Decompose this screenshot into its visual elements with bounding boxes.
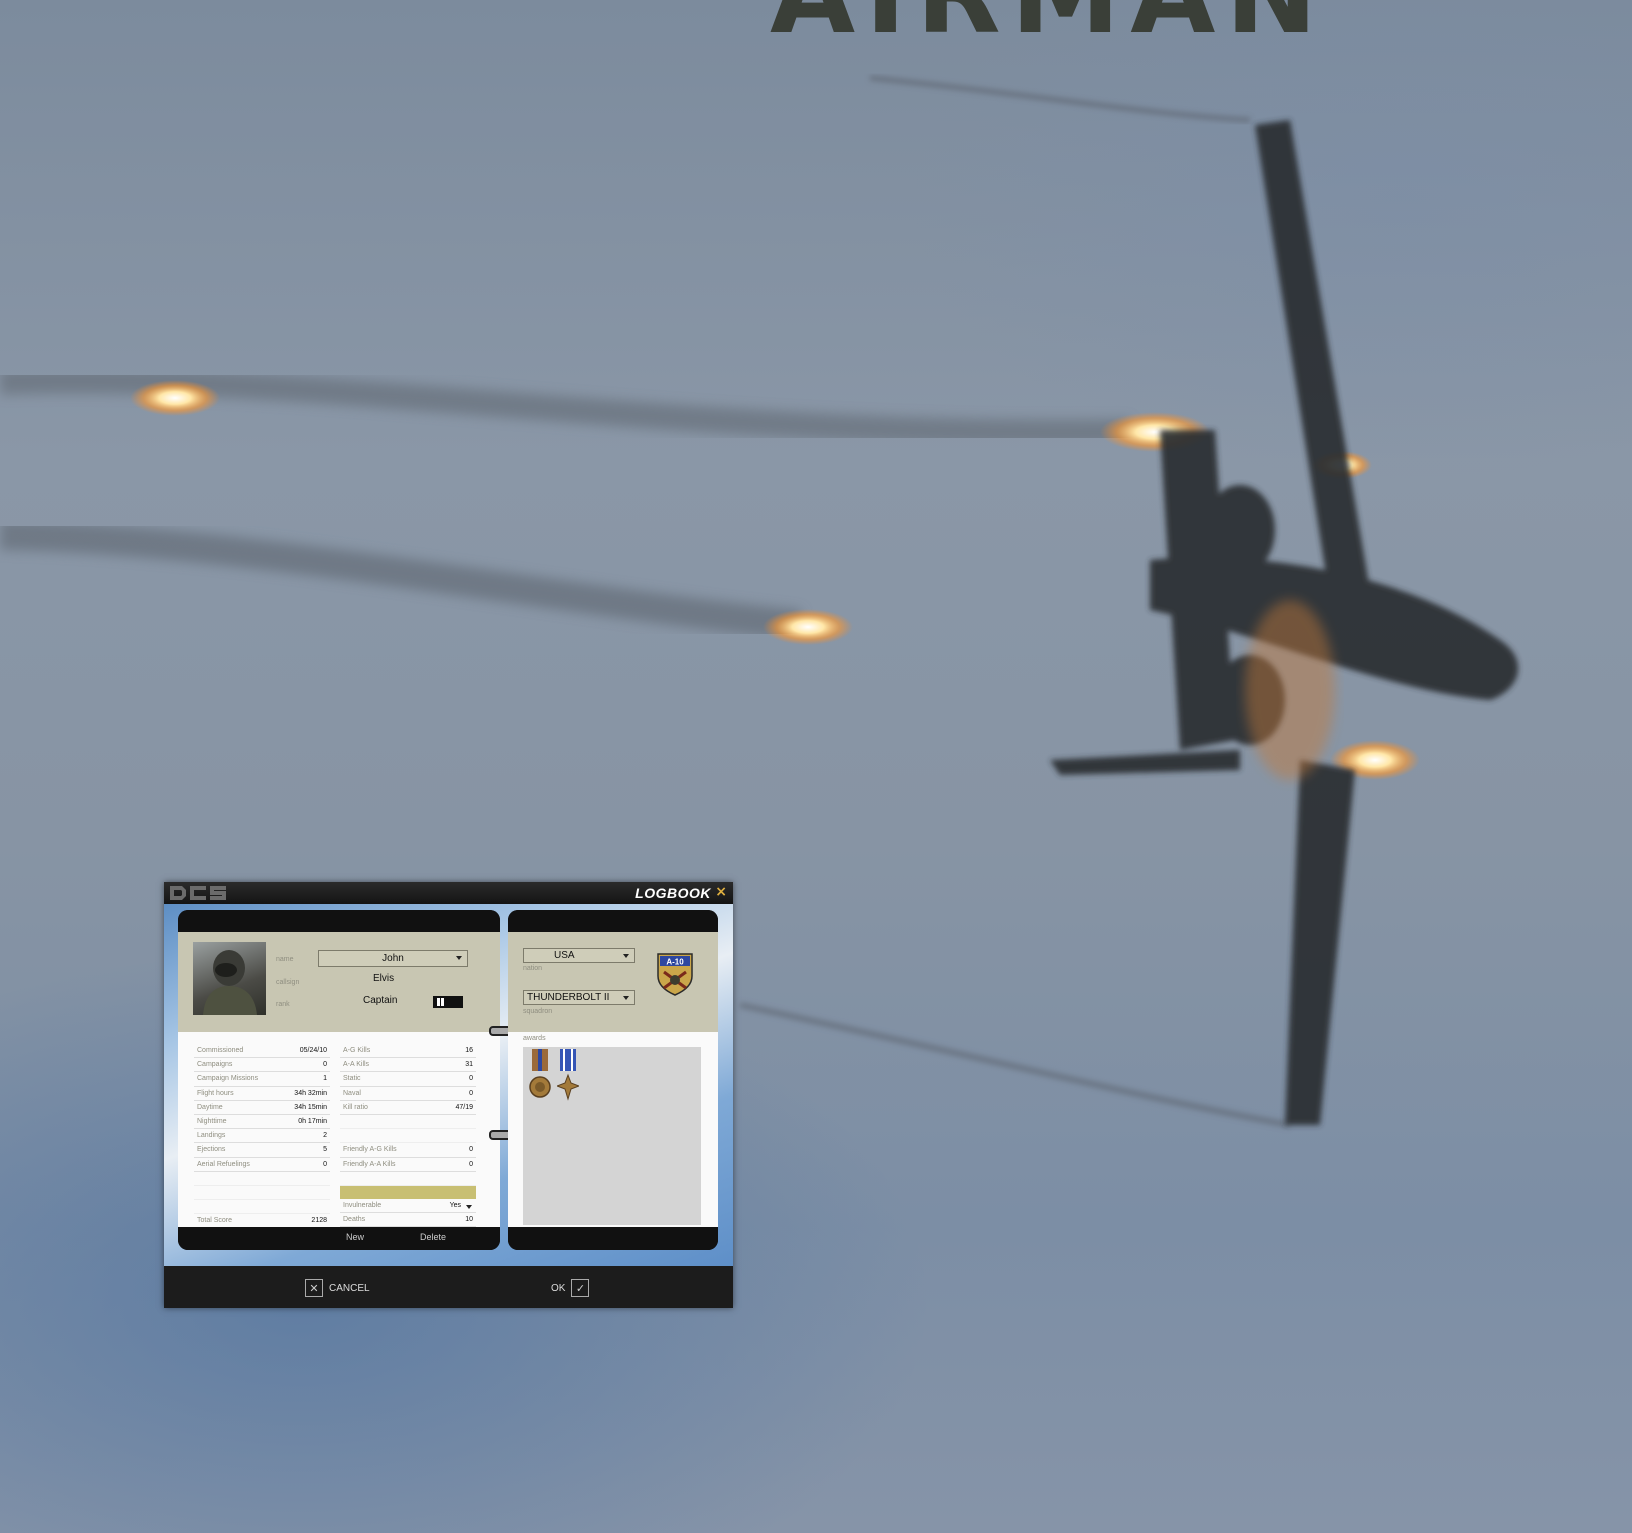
background-title: AIRMAN: [770, 0, 1327, 58]
unit-page-header: [508, 910, 718, 932]
squadron-select[interactable]: THUNDERBOLT II: [523, 990, 635, 1005]
nation-value: USA: [554, 950, 575, 961]
stat-row: Ejections 5: [194, 1143, 330, 1158]
pilot-page: name John callsign Elvis rank Captain Co…: [178, 910, 500, 1250]
window-title: LOGBOOK: [635, 885, 711, 901]
awards-label: awards: [523, 1035, 546, 1042]
blank-row: [194, 1172, 330, 1186]
stat-row: Aerial Refuelings 0: [194, 1158, 330, 1172]
pilot-portrait-icon: [203, 950, 257, 1015]
logbook-window: LOGBOOK × name John callsign Elvis rank …: [164, 882, 733, 1308]
ok-button[interactable]: OK ✓: [551, 1278, 590, 1298]
pilot-info-panel: name John callsign Elvis rank Captain: [178, 932, 500, 1032]
close-icon: ✕: [305, 1279, 323, 1297]
stat-row: A-G Kills 16: [340, 1044, 476, 1059]
pilot-photo[interactable]: [193, 942, 266, 1015]
callsign-label: callsign: [276, 979, 300, 986]
stat-row: Naval 0: [340, 1087, 476, 1101]
stat-row: Kill ratio 47/19: [340, 1101, 476, 1115]
logbook-content: name John callsign Elvis rank Captain Co…: [164, 904, 733, 1266]
pilot-page-header: [178, 910, 500, 932]
stats-right-table: A-G Kills 16 A-A Kills 31 Static 0 Naval 0 K…: [340, 1044, 476, 1228]
blank-row: [194, 1186, 330, 1201]
stat-row: Daytime 34h 15min: [194, 1101, 330, 1115]
stat-row: Static 0: [340, 1072, 476, 1087]
stat-row: Commissioned 05/24/10: [194, 1044, 330, 1059]
stat-row: Friendly A-G Kills 0: [340, 1143, 476, 1158]
delete-pilot-button[interactable]: Delete: [420, 1232, 446, 1242]
squadron-label: squadron: [523, 1008, 553, 1015]
title-bar: LOGBOOK ×: [164, 882, 733, 904]
squadron-value: THUNDERBOLT II: [527, 992, 610, 1003]
stat-row: Landings 2: [194, 1129, 330, 1144]
name-label: name: [276, 956, 294, 963]
pilot-name-value: John: [382, 953, 404, 964]
cross-medal-icon[interactable]: [557, 1049, 579, 1103]
stat-row: A-A Kills 31: [340, 1058, 476, 1073]
unit-page: USA nation THUNDERBOLT II squadron A-10: [508, 910, 718, 1250]
nation-label: nation: [523, 965, 543, 972]
invulnerable-select[interactable]: Invulnerable Yes: [340, 1199, 476, 1214]
awards-box: [523, 1047, 701, 1225]
stats-left-table: Commissioned 05/24/10 Campaigns 0 Campaign…: [194, 1044, 330, 1229]
pilot-page-footer: New Delete: [178, 1227, 500, 1250]
rank-value: Captain: [363, 995, 398, 1006]
callsign-value: Elvis: [373, 973, 395, 984]
rank-label: rank: [276, 1001, 290, 1008]
stat-row: Flight hours 34h 32min: [194, 1087, 330, 1101]
awards-panel: awards: [508, 1032, 718, 1227]
deaths-row: Deaths 10: [340, 1213, 476, 1228]
stat-row: Nighttime 0h 17min: [194, 1115, 330, 1130]
emblem-text: A-10: [666, 958, 684, 967]
new-pilot-button[interactable]: New: [346, 1232, 364, 1242]
chevron-down-icon: [623, 954, 629, 958]
checkmark-icon: ✓: [571, 1279, 590, 1297]
nation-select[interactable]: USA: [523, 948, 635, 963]
pilot-name-select[interactable]: John: [318, 950, 468, 967]
unit-info-panel: USA nation THUNDERBOLT II squadron A-10: [508, 932, 718, 1032]
cancel-label: CANCEL: [329, 1282, 370, 1294]
bronze-star-medal-icon[interactable]: [529, 1049, 551, 1103]
close-icon[interactable]: ×: [715, 884, 727, 900]
dcs-logo-icon: [170, 886, 226, 900]
squadron-emblem-icon: A-10: [657, 953, 693, 996]
blank-row: [340, 1172, 476, 1186]
unit-page-footer: [508, 1227, 718, 1250]
highlight-row: [340, 1185, 476, 1200]
stat-row: Campaigns 0: [194, 1058, 330, 1073]
cancel-button[interactable]: ✕ CANCEL: [305, 1278, 370, 1298]
blank-row: [340, 1115, 476, 1130]
stat-row: Friendly A-A Kills 0: [340, 1158, 476, 1172]
dialog-footer: ✕ CANCEL OK ✓: [164, 1266, 733, 1308]
pilot-stats-panel: Commissioned 05/24/10 Campaigns 0 Campaign…: [178, 1032, 500, 1229]
chevron-down-icon: [456, 956, 462, 960]
stat-row: Campaign Missions 1: [194, 1072, 330, 1087]
chevron-down-icon: [623, 996, 629, 1000]
rank-insignia-icon: [433, 996, 463, 1008]
blank-row: [194, 1200, 330, 1215]
blank-row: [340, 1129, 476, 1144]
ok-label: OK: [551, 1282, 566, 1294]
